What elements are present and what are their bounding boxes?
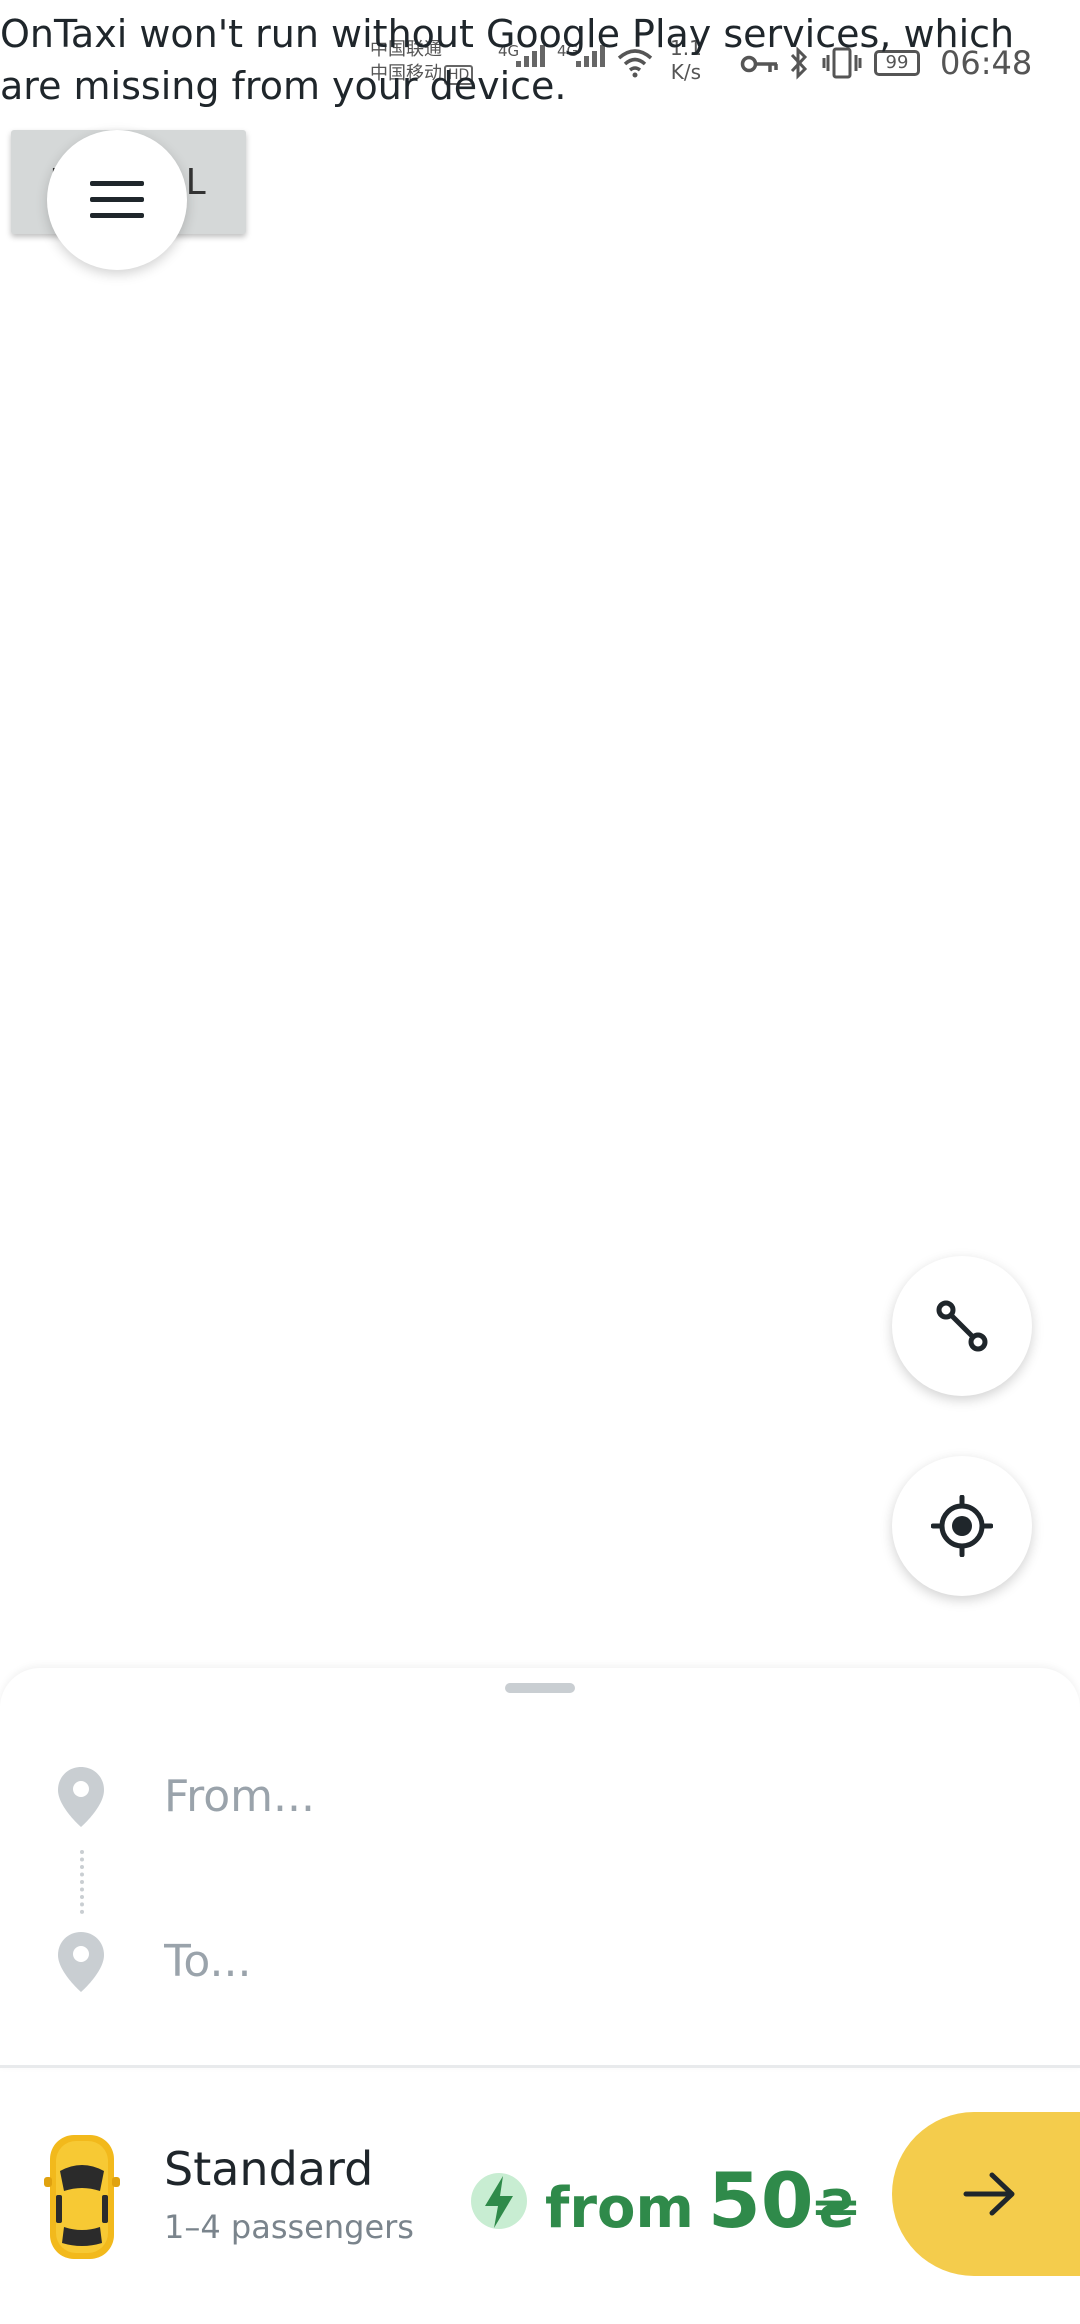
tariff-row[interactable]: Standard 1–4 passengers from 50₴ <box>0 2068 1080 2324</box>
play-services-error-message: OnTaxi won't run without Google Play ser… <box>0 12 1015 108</box>
my-location-icon <box>931 1495 993 1557</box>
currency-symbol: ₴ <box>813 2180 859 2240</box>
price-value: 50 <box>707 2156 814 2245</box>
from-address-input[interactable] <box>164 1756 1024 1836</box>
car-icon <box>44 2135 120 2259</box>
location-pin-icon <box>58 1932 104 1992</box>
route-button[interactable] <box>892 1256 1032 1396</box>
lightning-icon <box>471 2173 527 2229</box>
tariff-price: from 50₴ <box>545 2156 858 2245</box>
route-icon <box>936 1300 988 1352</box>
tariff-name: Standard <box>164 2142 374 2196</box>
to-address-input[interactable] <box>164 1921 1024 2001</box>
menu-button[interactable] <box>47 130 187 270</box>
order-bottom-sheet <box>0 1668 1080 2068</box>
arrow-right-icon <box>963 2172 1015 2216</box>
price-prefix: from <box>545 2176 694 2241</box>
location-pin-icon <box>58 1767 104 1827</box>
route-connector <box>80 1850 84 1914</box>
tariff-passengers: 1–4 passengers <box>164 2208 414 2246</box>
my-location-button[interactable] <box>892 1456 1032 1596</box>
sheet-drag-handle[interactable] <box>505 1683 575 1693</box>
menu-icon <box>90 181 144 218</box>
next-button[interactable] <box>892 2112 1080 2276</box>
